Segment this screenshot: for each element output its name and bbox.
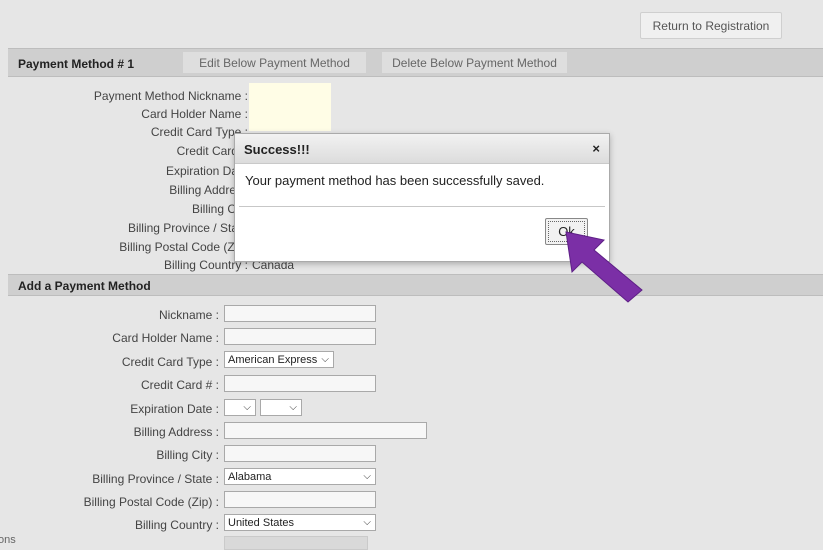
- form-label-expiration: Expiration Date :: [130, 402, 219, 416]
- dialog-message: Your payment method has been successfull…: [245, 173, 545, 188]
- detail-label-nickname: Payment Method Nickname :: [93, 89, 248, 103]
- form-label-city: Billing City :: [156, 448, 219, 462]
- chevron-down-icon: ⌵: [321, 354, 329, 365]
- form-label-address: Billing Address :: [133, 425, 219, 439]
- chevron-down-icon: ⌵: [289, 402, 297, 413]
- dialog-title-bar: Success!!! ×: [235, 134, 609, 164]
- billing-city-input[interactable]: [224, 445, 376, 462]
- dialog-title: Success!!!: [244, 142, 310, 157]
- nickname-input[interactable]: [224, 305, 376, 322]
- form-label-country: Billing Country :: [134, 518, 219, 532]
- province-value: Alabama: [228, 470, 272, 483]
- chevron-down-icon: ⌵: [243, 402, 251, 413]
- submit-button[interactable]: [224, 536, 368, 550]
- province-select[interactable]: Alabama ⌵: [224, 468, 376, 485]
- chevron-down-icon: ⌵: [363, 517, 371, 528]
- country-value: United States: [228, 516, 295, 529]
- form-label-postal: Billing Postal Code (Zip) :: [83, 495, 219, 509]
- chevron-down-icon: ⌵: [363, 471, 371, 482]
- card-type-value: American Express: [228, 353, 318, 366]
- form-label-nickname: Nickname :: [158, 308, 219, 322]
- nickname-value: [249, 83, 331, 131]
- payment-method-title: Payment Method # 1: [18, 57, 135, 71]
- detail-label-province: Billing Province / State: [127, 221, 248, 235]
- expiration-year-select[interactable]: ⌵: [260, 399, 302, 416]
- pointer-arrow-icon: [565, 231, 643, 303]
- form-label-card-type: Credit Card Type :: [121, 355, 219, 369]
- corner-text: ons: [0, 534, 16, 546]
- return-to-registration-button[interactable]: Return to Registration: [640, 12, 782, 39]
- card-type-select[interactable]: American Express ⌵: [224, 351, 334, 368]
- add-payment-method-title: Add a Payment Method: [18, 279, 151, 293]
- postal-code-input[interactable]: [224, 491, 376, 508]
- billing-address-input[interactable]: [224, 422, 427, 439]
- success-dialog: Success!!! × Your payment method has bee…: [234, 133, 610, 262]
- detail-label-postal: Billing Postal Code (Zip): [119, 240, 248, 254]
- edit-payment-method-button[interactable]: Edit Below Payment Method: [182, 51, 367, 74]
- form-label-province: Billing Province / State :: [92, 472, 219, 486]
- expiration-month-select[interactable]: ⌵: [224, 399, 256, 416]
- dialog-divider: [239, 206, 605, 207]
- form-label-card-number: Credit Card # :: [140, 378, 219, 392]
- delete-payment-method-button[interactable]: Delete Below Payment Method: [381, 51, 568, 74]
- form-label-holder: Card Holder Name :: [112, 331, 219, 345]
- detail-label-holder: Card Holder Name :: [141, 107, 248, 121]
- card-number-input[interactable]: [224, 375, 376, 392]
- close-icon[interactable]: ×: [592, 141, 600, 156]
- payment-method-header: Payment Method # 1 Edit Below Payment Me…: [8, 48, 823, 77]
- card-holder-input[interactable]: [224, 328, 376, 345]
- country-select[interactable]: United States ⌵: [224, 514, 376, 531]
- add-payment-method-header: Add a Payment Method: [8, 274, 823, 296]
